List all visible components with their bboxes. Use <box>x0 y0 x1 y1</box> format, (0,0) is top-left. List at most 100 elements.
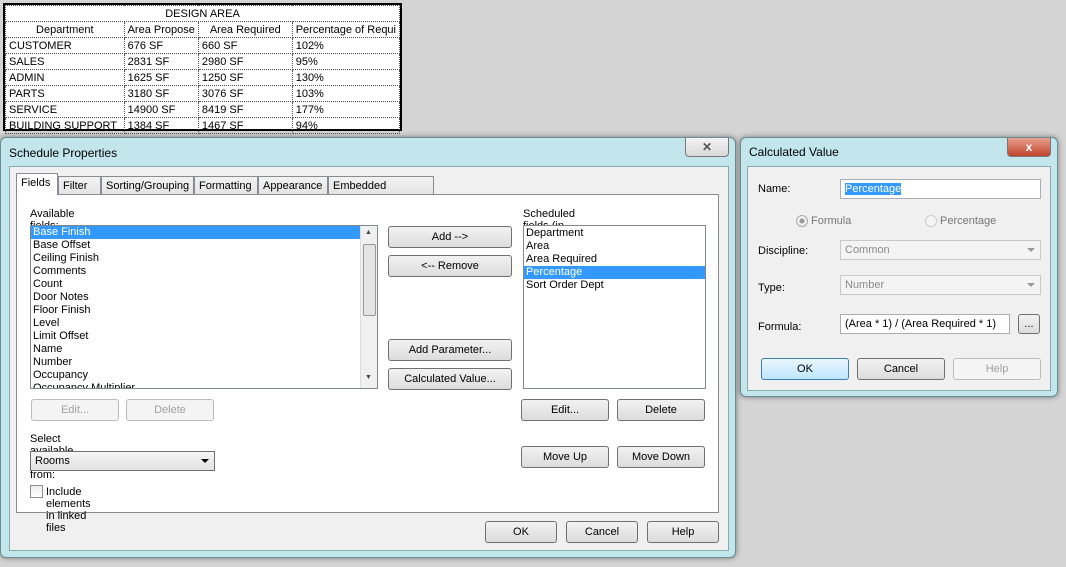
formula-browse-button[interactable]: ... <box>1018 314 1040 334</box>
tab-filter[interactable]: Filter <box>58 176 101 195</box>
dialog-title: Calculated Value <box>749 145 839 159</box>
table-cell: 95% <box>291 53 401 70</box>
scheduled-fields-list[interactable]: Department Area Area Required Percentage Sor… <box>523 225 706 389</box>
available-fields-list[interactable]: Base Finish Base Offset Ceiling Finish Comm… <box>30 225 378 389</box>
table-row: SALES 2831 SF 2980 SF 95% <box>5 53 401 70</box>
table-cell: 102% <box>291 37 401 54</box>
table-cell: 676 SF <box>123 37 199 54</box>
ok-button[interactable]: OK <box>485 521 557 543</box>
list-item[interactable]: Sort Order Dept <box>524 279 705 292</box>
calculated-value-dialog: Calculated Value x Name: Percentage Form… <box>740 137 1058 397</box>
table-cell: PARTS <box>5 85 125 102</box>
add-button[interactable]: Add --> <box>388 226 512 248</box>
list-item[interactable]: Base Offset <box>31 239 377 252</box>
list-item[interactable]: Department <box>524 227 705 240</box>
table-cell: 130% <box>291 69 401 86</box>
table-cell: 8419 SF <box>197 101 293 118</box>
scrollbar[interactable]: ▲ ▼ <box>360 226 377 388</box>
list-item[interactable]: Ceiling Finish <box>31 252 377 265</box>
cancel-button[interactable]: Cancel <box>566 521 638 543</box>
table-row: PARTS 3180 SF 3076 SF 103% <box>5 85 401 102</box>
table-cell: 1384 SF <box>123 117 199 134</box>
percentage-radio[interactable] <box>925 215 937 227</box>
close-icon[interactable]: ✕ <box>685 138 729 157</box>
name-input[interactable]: Percentage <box>840 179 1041 199</box>
table-row: SERVICE 14900 SF 8419 SF 177% <box>5 101 401 118</box>
list-item[interactable]: Base Finish <box>31 226 377 239</box>
column-header: Department <box>5 21 125 38</box>
list-item[interactable]: Door Notes <box>31 291 377 304</box>
discipline-label: Discipline: <box>758 245 809 257</box>
table-cell: SERVICE <box>5 101 125 118</box>
table-cell: 2980 SF <box>197 53 293 70</box>
tab-formatting[interactable]: Formatting <box>194 176 258 195</box>
table-row: CUSTOMER 676 SF 660 SF 102% <box>5 37 401 54</box>
formula-input[interactable]: (Area * 1) / (Area Required * 1) <box>840 314 1010 334</box>
type-dropdown[interactable]: Number <box>840 275 1041 295</box>
list-item[interactable]: Percentage <box>524 266 705 279</box>
cancel-button[interactable]: Cancel <box>857 358 945 380</box>
dialog-title: Schedule Properties <box>9 146 118 160</box>
formula-radio[interactable] <box>796 215 808 227</box>
chevron-down-icon <box>201 459 209 463</box>
design-area-schedule: DESIGN AREA Department Area Propose Area R… <box>3 3 402 134</box>
list-item[interactable]: Floor Finish <box>31 304 377 317</box>
list-item[interactable]: Area <box>524 240 705 253</box>
list-item[interactable]: Name <box>31 343 377 356</box>
help-button[interactable]: Help <box>647 521 719 543</box>
table-cell: 660 SF <box>197 37 293 54</box>
table-cell: 177% <box>291 101 401 118</box>
edit-scheduled-button[interactable]: Edit... <box>521 399 609 421</box>
list-item[interactable]: Number <box>31 356 377 369</box>
formula-label: Formula: <box>758 321 802 333</box>
list-item[interactable]: Limit Offset <box>31 330 377 343</box>
list-item[interactable]: Occupancy <box>31 369 377 382</box>
table-cell: 94% <box>291 117 401 134</box>
table-cell: 3180 SF <box>123 85 199 102</box>
table-cell: 1250 SF <box>197 69 293 86</box>
edit-available-button[interactable]: Edit... <box>31 399 119 421</box>
help-button[interactable]: Help <box>953 358 1041 380</box>
delete-available-button[interactable]: Delete <box>126 399 214 421</box>
table-cell: 3076 SF <box>197 85 293 102</box>
include-linked-checkbox[interactable] <box>30 485 43 498</box>
list-item[interactable]: Count <box>31 278 377 291</box>
list-item[interactable]: Occupancy Multiplier <box>31 382 377 388</box>
table-cell: 1467 SF <box>197 117 293 134</box>
table-cell: 1625 SF <box>123 69 199 86</box>
dropdown-value: Rooms <box>35 455 70 467</box>
ok-button[interactable]: OK <box>761 358 849 380</box>
remove-button[interactable]: <-- Remove <box>388 255 512 277</box>
list-item[interactable]: Level <box>31 317 377 330</box>
move-down-button[interactable]: Move Down <box>617 446 705 468</box>
percentage-radio-label: Percentage <box>940 215 997 227</box>
chevron-down-icon <box>1027 283 1035 287</box>
formula-value: (Area * 1) / (Area Required * 1) <box>845 318 997 330</box>
add-parameter-button[interactable]: Add Parameter... <box>388 339 512 361</box>
table-cell: SALES <box>5 53 125 70</box>
include-linked-label: Include elements in linked files <box>46 486 91 534</box>
column-header: Percentage of Requi <box>291 21 401 38</box>
close-icon[interactable]: x <box>1007 138 1051 157</box>
tab-embedded-schedule[interactable]: Embedded Schedule <box>328 176 434 210</box>
move-up-button[interactable]: Move Up <box>521 446 609 468</box>
calculated-value-button[interactable]: Calculated Value... <box>388 368 512 390</box>
table-cell: 2831 SF <box>123 53 199 70</box>
tab-appearance[interactable]: Appearance <box>258 176 328 195</box>
table-row: ADMIN 1625 SF 1250 SF 130% <box>5 69 401 86</box>
table-cell: ADMIN <box>5 69 125 86</box>
tab-sorting-grouping[interactable]: Sorting/Grouping <box>101 176 194 195</box>
type-label: Type: <box>758 282 785 294</box>
chevron-down-icon <box>1027 248 1035 252</box>
discipline-dropdown[interactable]: Common <box>840 240 1041 260</box>
column-header: Area Propose <box>123 21 199 38</box>
table-cell: CUSTOMER <box>5 37 125 54</box>
schedule-title: DESIGN AREA <box>5 5 400 22</box>
list-item[interactable]: Comments <box>31 265 377 278</box>
type-value: Number <box>845 279 885 291</box>
select-fields-from-dropdown[interactable]: Rooms <box>30 451 215 471</box>
tab-fields[interactable]: Fields <box>16 173 58 195</box>
table-cell: BUILDING SUPPORT <box>5 117 125 134</box>
delete-scheduled-button[interactable]: Delete <box>617 399 705 421</box>
list-item[interactable]: Area Required <box>524 253 705 266</box>
